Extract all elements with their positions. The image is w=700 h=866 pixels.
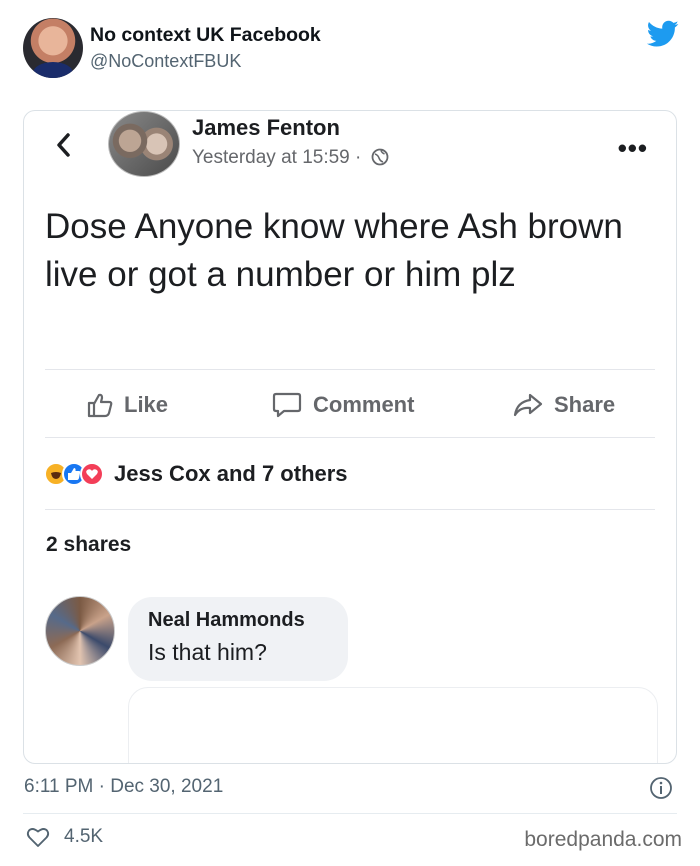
more-dots-icon[interactable]: ••• (618, 133, 648, 164)
like-button[interactable]: Like (86, 391, 168, 419)
divider (45, 369, 655, 370)
comment-text: Is that him? (148, 639, 267, 665)
user-handle[interactable]: @NoContextFBUK (90, 51, 241, 72)
comment-bubble: Neal Hammonds Is that him? (128, 597, 348, 681)
commenter-avatar[interactable] (45, 596, 115, 666)
like-label: Like (124, 392, 169, 417)
back-chevron-icon[interactable] (54, 131, 74, 159)
fb-author-avatar[interactable] (108, 111, 180, 177)
like-count: 4.5K (64, 826, 104, 847)
twitter-bird-icon[interactable] (647, 20, 679, 48)
display-name[interactable]: No context UK Facebook (90, 24, 321, 47)
share-button[interactable]: Share (512, 391, 615, 419)
fb-action-bar: Like Comment Share (24, 381, 676, 433)
comment-attachment[interactable] (128, 687, 658, 763)
fb-post-text: Dose Anyone know where Ash brown live or… (45, 207, 623, 294)
fb-post-time: Yesterday at 15:59 · (192, 147, 389, 169)
tweet-timestamp[interactable]: 6:11 PM · Dec 30, 2021 (24, 776, 223, 798)
comment-label: Comment (313, 392, 415, 417)
watermark: boredpanda.com (524, 828, 682, 851)
divider (45, 437, 655, 438)
tweet-header: No context UK Facebook @NoContextFBUK (23, 18, 683, 80)
fb-author-name[interactable]: James Fenton (192, 115, 340, 141)
share-arrow-icon (513, 393, 543, 417)
commenter-name[interactable]: Neal Hammonds (148, 609, 305, 632)
love-reaction-icon (80, 462, 104, 486)
share-label: Share (554, 392, 616, 417)
avatar[interactable] (23, 18, 83, 78)
shares-count[interactable]: 2 shares (46, 533, 131, 557)
divider (45, 509, 655, 510)
embedded-screenshot: James Fenton Yesterday at 15:59 · ••• Do… (23, 110, 677, 764)
fb-post-time-text: Yesterday at 15:59 · (192, 147, 362, 168)
thumbs-up-icon (87, 393, 113, 418)
reactions-summary[interactable]: Jess Cox and 7 others (44, 459, 348, 489)
info-icon[interactable] (649, 776, 673, 800)
heart-icon[interactable] (26, 826, 50, 848)
globe-icon (371, 148, 389, 166)
like-count-row[interactable]: 4.5K (26, 826, 103, 848)
comment-bubble-icon (272, 392, 302, 418)
comment-button[interactable]: Comment (271, 391, 414, 419)
reactions-text: Jess Cox and 7 others (114, 461, 348, 486)
divider (23, 813, 677, 814)
